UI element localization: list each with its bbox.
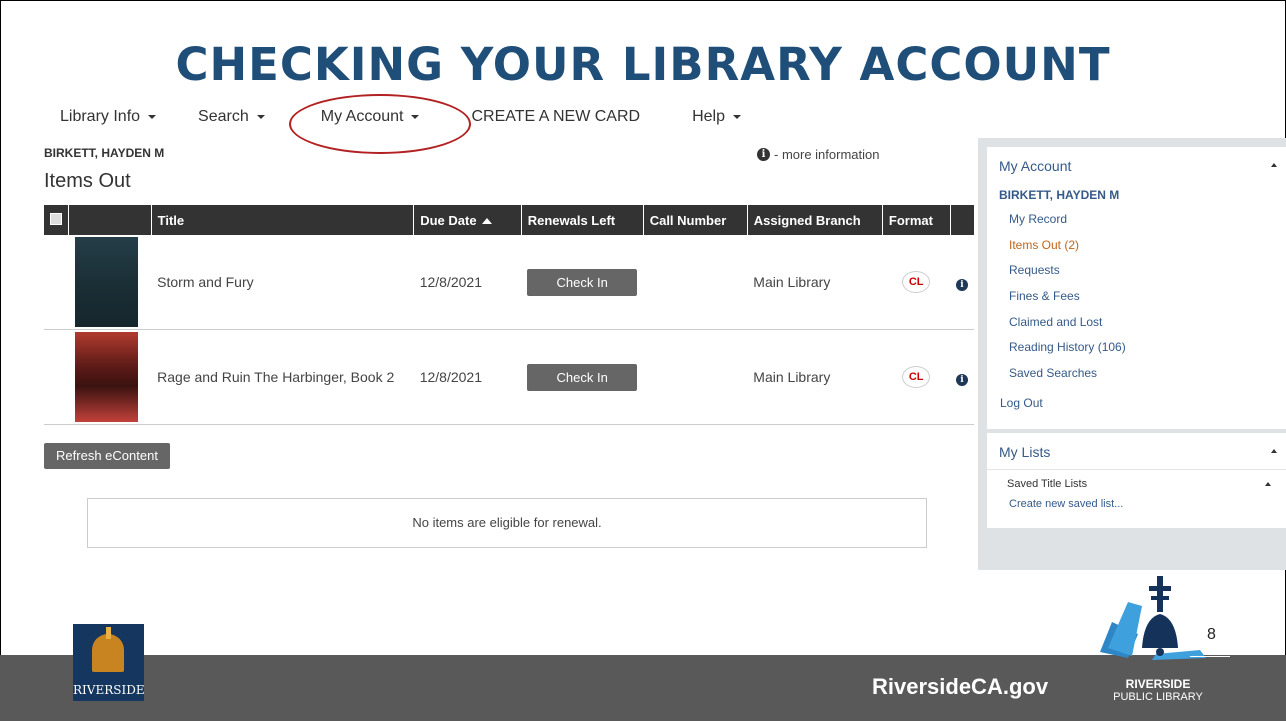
sort-ascending-icon bbox=[481, 218, 492, 225]
caret-down-icon bbox=[148, 115, 157, 119]
nav-create-card[interactable]: CREATE A NEW CARD bbox=[471, 106, 640, 128]
account-links: My Record Items Out (2) Requests Fines &… bbox=[987, 202, 1286, 392]
table-row: Storm and Fury 12/8/2021 Check In Main L… bbox=[44, 235, 974, 330]
my-account-panel: My Account BIRKETT, HAYDEN M My Record I… bbox=[987, 147, 1286, 429]
footer-bar bbox=[0, 655, 1286, 721]
collapse-icon bbox=[1265, 482, 1271, 486]
nav-library-info[interactable]: Library Info bbox=[60, 106, 157, 128]
info-icon: i bbox=[757, 148, 770, 161]
book-cover[interactable] bbox=[74, 237, 138, 327]
saved-title-lists-header[interactable]: Saved Title Lists bbox=[987, 470, 1286, 490]
nav-search-label: Search bbox=[198, 108, 249, 125]
collapse-icon bbox=[1271, 163, 1277, 167]
nav-help[interactable]: Help bbox=[692, 106, 741, 128]
city-logo-text: RIVERSIDE bbox=[73, 683, 145, 697]
nav-help-label: Help bbox=[692, 108, 725, 125]
sidebar-patron-name: BIRKETT, HAYDEN M bbox=[999, 188, 1120, 202]
log-out-link[interactable]: Log Out bbox=[987, 392, 1286, 414]
cover-header bbox=[68, 205, 152, 235]
nav-create-card-label: CREATE A NEW CARD bbox=[471, 108, 641, 125]
saved-title-lists-label: Saved Title Lists bbox=[1007, 478, 1088, 490]
caret-down-icon bbox=[256, 115, 265, 119]
my-account-panel-title: My Account bbox=[999, 158, 1072, 174]
caret-down-icon bbox=[732, 115, 741, 119]
item-branch: Main Library bbox=[747, 235, 883, 330]
table-row: Rage and Ruin The Harbinger, Book 2 12/8… bbox=[44, 329, 974, 425]
check-in-button[interactable]: Check In bbox=[527, 363, 638, 391]
highlight-circle bbox=[289, 94, 471, 154]
my-lists-panel: My Lists Saved Title Lists Create new sa… bbox=[987, 433, 1286, 528]
my-lists-panel-title: My Lists bbox=[999, 444, 1051, 460]
info-header bbox=[949, 205, 974, 235]
column-header-branch[interactable]: Assigned Branch bbox=[746, 205, 883, 235]
check-in-button[interactable]: Check In bbox=[527, 268, 638, 296]
cover-cell bbox=[68, 329, 152, 425]
item-info-icon[interactable]: i bbox=[956, 373, 968, 386]
sidebar-item-reading-history[interactable]: Reading History (106) bbox=[1009, 340, 1265, 366]
column-header-due-date[interactable]: Due Date bbox=[413, 205, 522, 235]
select-all-checkbox[interactable] bbox=[50, 212, 62, 225]
column-header-format[interactable]: Format bbox=[881, 205, 950, 235]
slide-title: CHECKING YOUR LIBRARY ACCOUNT bbox=[175, 38, 1111, 91]
nav-search[interactable]: Search bbox=[198, 106, 265, 128]
page-title: Items Out bbox=[44, 170, 131, 192]
column-header-call-number[interactable]: Call Number bbox=[642, 205, 748, 235]
book-cover[interactable] bbox=[74, 332, 138, 422]
refresh-econtent-button[interactable]: Refresh eContent bbox=[44, 443, 170, 469]
sidebar-item-claimed-lost[interactable]: Claimed and Lost bbox=[1009, 315, 1265, 341]
sidebar-item-fines[interactable]: Fines & Fees bbox=[1009, 289, 1265, 315]
create-new-list-link[interactable]: Create new saved list... bbox=[987, 490, 1286, 518]
due-date-label: Due Date bbox=[420, 212, 477, 228]
renewal-message: No items are eligible for renewal. bbox=[87, 498, 927, 548]
cross-icon bbox=[106, 627, 111, 639]
item-due-date: 12/8/2021 bbox=[413, 329, 522, 425]
item-branch: Main Library bbox=[747, 329, 883, 425]
library-logo-name: RIVERSIDE bbox=[1125, 677, 1191, 691]
nav-library-info-label: Library Info bbox=[60, 108, 141, 125]
more-information-label: - more information bbox=[774, 147, 880, 162]
sidebar-item-saved-searches[interactable]: Saved Searches bbox=[1009, 366, 1265, 392]
column-header-renewals[interactable]: Renewals Left bbox=[520, 205, 644, 235]
sidebar-item-requests[interactable]: Requests bbox=[1009, 263, 1265, 289]
riverside-public-library-logo bbox=[1100, 576, 1206, 660]
table-header-row: Title Due Date Renewals Left Call Number… bbox=[44, 205, 974, 235]
my-lists-panel-header[interactable]: My Lists bbox=[987, 433, 1286, 460]
item-title[interactable]: Rage and Ruin The Harbinger, Book 2 bbox=[151, 329, 414, 425]
item-call-number bbox=[643, 235, 748, 330]
select-all-header bbox=[44, 205, 69, 235]
page-number: 8 bbox=[1207, 626, 1216, 643]
item-due-date: 12/8/2021 bbox=[413, 235, 522, 330]
item-info-icon[interactable]: i bbox=[956, 278, 968, 291]
bell-icon bbox=[92, 634, 124, 672]
cloudlibrary-format-icon: CL bbox=[902, 366, 931, 388]
library-logo-text: RIVERSIDE PUBLIC LIBRARY bbox=[1103, 678, 1213, 704]
sidebar-item-my-record[interactable]: My Record bbox=[1009, 212, 1265, 238]
collapse-icon bbox=[1271, 449, 1277, 453]
cover-cell bbox=[68, 235, 152, 330]
library-logo-subname: PUBLIC LIBRARY bbox=[1113, 691, 1203, 703]
more-information-legend: i - more information bbox=[757, 147, 879, 162]
cloudlibrary-format-icon: CL bbox=[902, 271, 931, 293]
item-title[interactable]: Storm and Fury bbox=[151, 235, 414, 330]
sidebar-item-items-out[interactable]: Items Out (2) bbox=[1009, 238, 1265, 264]
website-label: RiversideCA.gov bbox=[872, 674, 1049, 699]
city-of-riverside-logo: RIVERSIDE bbox=[73, 624, 145, 701]
page-number-rule bbox=[1190, 656, 1230, 657]
my-account-panel-header[interactable]: My Account bbox=[987, 147, 1286, 174]
column-header-title[interactable]: Title bbox=[150, 205, 414, 235]
items-out-table: Title Due Date Renewals Left Call Number… bbox=[44, 205, 974, 425]
item-call-number bbox=[643, 329, 748, 425]
patron-name: BIRKETT, HAYDEN M bbox=[44, 146, 165, 160]
